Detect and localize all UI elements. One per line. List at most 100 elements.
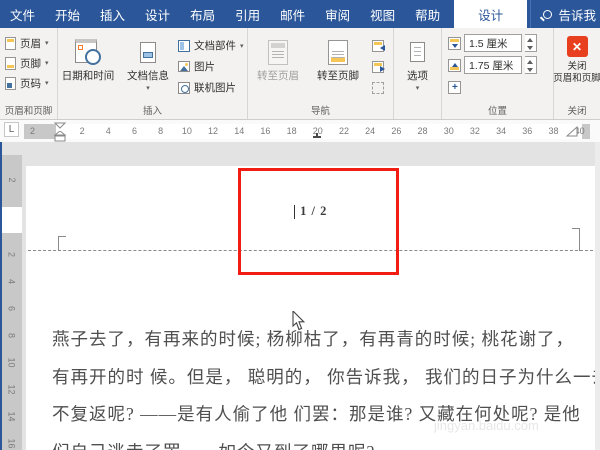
- chevron-down-icon: ▾: [45, 60, 49, 67]
- group-label-insert: 插入: [142, 106, 162, 117]
- pictures-button[interactable]: 图片: [178, 56, 244, 77]
- goto-header-icon: [268, 39, 288, 65]
- group-navigation: 转至页眉 转至页脚 导航: [248, 28, 394, 119]
- mouse-cursor-icon: [292, 311, 306, 331]
- left-margin-crop-mark: [58, 236, 66, 251]
- tab-list: 文件 开始 插入 设计 布局 引用 邮件 审阅 视图 帮助: [0, 0, 450, 28]
- right-margin-crop-mark: [572, 228, 580, 251]
- page-number-icon: [5, 76, 16, 90]
- ruler-number: 16: [260, 126, 271, 136]
- header-button[interactable]: 页眉 ▾: [5, 33, 57, 53]
- horizontal-ruler[interactable]: 2 2 4 6 8 10 12 14 16 18 20 22 24 26 28 30 32 34 36 38 40: [24, 124, 590, 139]
- next-section-button[interactable]: [372, 56, 385, 77]
- vertical-ruler-number: 12: [7, 384, 17, 395]
- vertical-ruler-number: 2: [7, 251, 17, 257]
- ruler-number: 18: [286, 126, 297, 136]
- ribbon-tab[interactable]: 布局: [180, 0, 225, 28]
- red-annotation-rectangle: [238, 168, 399, 275]
- page-right-gutter: [595, 142, 600, 450]
- close-header-footer-button[interactable]: ✕ 关闭 页眉和页脚: [553, 33, 600, 85]
- header-from-top-spinner[interactable]: [525, 34, 537, 52]
- ruler-number: 32: [469, 126, 480, 136]
- quick-parts-label: 文档部件: [194, 40, 236, 52]
- footer-from-bottom-field[interactable]: 1.75 厘米: [464, 56, 522, 74]
- vertical-ruler-number: 8: [7, 332, 17, 338]
- page-number-button[interactable]: 页码 ▾: [5, 73, 57, 93]
- ruler-number: 6: [131, 126, 137, 136]
- ribbon-tab[interactable]: 开始: [45, 0, 90, 28]
- chevron-down-icon: ▾: [45, 40, 49, 47]
- text-line: 有再开的时 候。但是， 聪明的， 你告诉我， 我们的日子为什么一去: [52, 366, 600, 387]
- ruler-number-track: 2 4 6 8 10 12 14 16 18 20 22 24 26 28 30 32 34 36 38 40: [69, 124, 593, 139]
- online-pictures-icon: [178, 81, 190, 94]
- ruler-margin-number: 2: [30, 126, 36, 136]
- vertical-ruler-margin-number: 2: [7, 177, 17, 183]
- vertical-ruler-number: 10: [7, 357, 17, 368]
- quick-parts-button[interactable]: 文档部件 ▾: [178, 35, 244, 56]
- ruler-number: 36: [522, 126, 533, 136]
- footer-from-bottom-icon: [448, 58, 461, 72]
- tell-me-search[interactable]: 告诉我: [530, 0, 600, 28]
- footer-from-bottom-spinner[interactable]: [525, 56, 537, 74]
- ribbon-tab[interactable]: 设计: [135, 0, 180, 28]
- goto-footer-icon: [328, 39, 348, 65]
- hanging-indent-marker[interactable]: [54, 131, 66, 142]
- chevron-down-icon: ▾: [45, 80, 49, 87]
- right-indent-marker[interactable]: [566, 126, 579, 138]
- ruler-number: 28: [417, 126, 428, 136]
- page-number-button-label: 页码: [20, 77, 41, 90]
- close-label-line1: 关闭: [567, 61, 587, 72]
- vertical-ruler[interactable]: 2 2 4 6 8 10 12 14 16: [2, 155, 22, 450]
- link-to-previous-icon: [372, 81, 384, 94]
- next-section-icon: [372, 60, 385, 73]
- link-to-previous-button: [372, 77, 384, 98]
- group-label-position: 位置: [487, 106, 507, 117]
- group-header-footer: 页眉 ▾ 页脚 ▾ 页码 ▾ 页眉和页脚: [0, 28, 58, 119]
- insert-alignment-tab-button[interactable]: [448, 80, 461, 94]
- calendar-clock-icon: [75, 39, 101, 65]
- online-pictures-button[interactable]: 联机图片: [178, 77, 244, 98]
- options-label: 选项: [407, 70, 428, 82]
- tab-design-active[interactable]: 设计: [454, 0, 528, 28]
- ruler-number: 4: [105, 126, 111, 136]
- ribbon-tab[interactable]: 视图: [360, 0, 405, 28]
- search-icon: [543, 9, 553, 19]
- close-icon: ✕: [566, 36, 588, 57]
- ruler-row: L 2 2 4 6 8 10 12 14 16 18 20 22 24 26 28 30 32 34 36 38 40: [0, 120, 600, 142]
- options-button[interactable]: 选项 ▾: [394, 33, 441, 119]
- center-tab-stop-marker[interactable]: [313, 133, 321, 138]
- vertical-ruler-number-track: 2 4 6 8 10 12 14 16: [2, 241, 22, 450]
- footer-icon: [5, 56, 16, 70]
- header-from-top-field[interactable]: 1.5 厘米: [464, 34, 522, 52]
- ribbon-tab[interactable]: 文件: [0, 0, 45, 28]
- group-label-navigation: 导航: [310, 106, 330, 117]
- first-line-indent-marker[interactable]: [54, 122, 66, 129]
- group-label-close: 关闭: [567, 106, 587, 117]
- ruler-number: 12: [208, 126, 219, 136]
- footer-button[interactable]: 页脚 ▾: [5, 53, 57, 73]
- quick-parts-icon: [178, 39, 190, 52]
- header-from-top-icon: [448, 36, 461, 50]
- chevron-down-icon: ▾: [240, 42, 244, 50]
- previous-section-button[interactable]: [372, 35, 385, 56]
- group-options: 选项 ▾: [394, 28, 442, 119]
- vertical-ruler-number: 16: [7, 438, 17, 449]
- ribbon-tab[interactable]: 帮助: [405, 0, 450, 28]
- ribbon-tab[interactable]: 引用: [225, 0, 270, 28]
- ruler-number: 24: [365, 126, 376, 136]
- chevron-down-icon: ▾: [415, 85, 420, 92]
- header-button-label: 页眉: [20, 37, 41, 50]
- ribbon-tab[interactable]: 审阅: [315, 0, 360, 28]
- pictures-icon: [178, 61, 190, 72]
- tab-selector-box[interactable]: L: [4, 122, 19, 137]
- ribbon-tab-bar: 文件 开始 插入 设计 布局 引用 邮件 审阅 视图 帮助 设计 告诉我: [0, 0, 600, 28]
- options-icon: [410, 42, 425, 62]
- ribbon-tab[interactable]: 插入: [90, 0, 135, 28]
- ribbon-tab[interactable]: 邮件: [270, 0, 315, 28]
- ruler-number: 2: [79, 126, 85, 136]
- document-info-icon: [140, 41, 156, 63]
- group-close: ✕ 关闭 页眉和页脚 关闭: [553, 28, 600, 119]
- ruler-number: 22: [338, 126, 349, 136]
- ruler-number: 38: [548, 126, 559, 136]
- ruler-number: 30: [443, 126, 454, 136]
